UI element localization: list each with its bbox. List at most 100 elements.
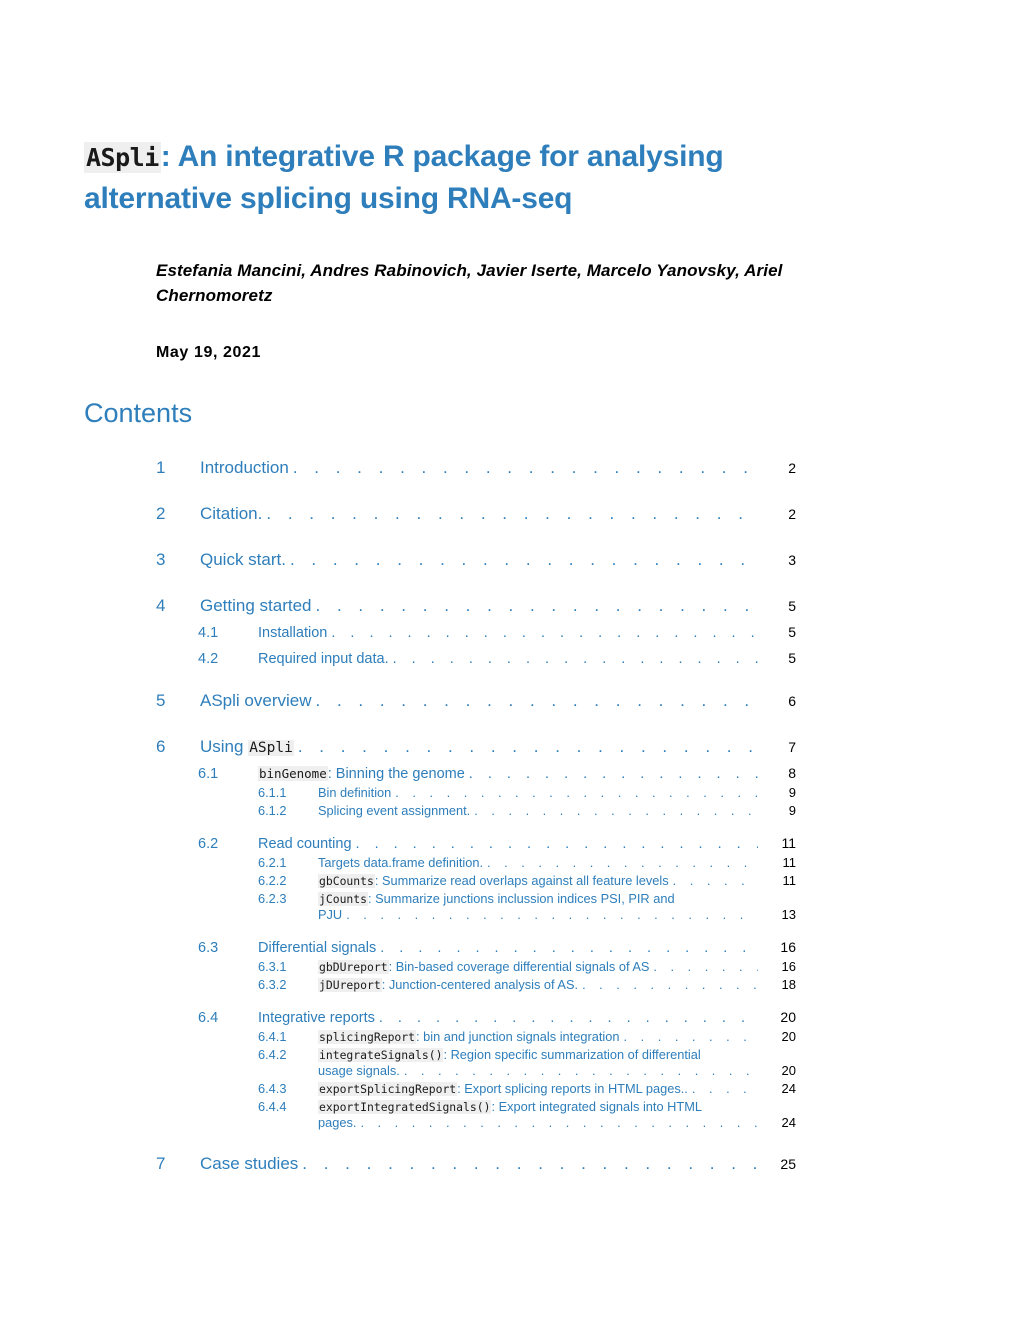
- toc-number: 1: [156, 458, 166, 477]
- toc-entry-6-4-2[interactable]: 6.4.2 integrateSignals(): Region specifi…: [156, 1047, 796, 1078]
- dot-leader: [692, 1081, 758, 1096]
- toc-entry-6-1-2[interactable]: 6.1.2 Splicing event assignment. 9: [156, 803, 796, 818]
- dot-leader: [298, 737, 758, 757]
- toc-title-suffix: : Summarize junctions inclussion indices…: [368, 891, 675, 906]
- dot-leader: [393, 651, 758, 667]
- toc-entry-6-4-4[interactable]: 6.4.4 exportIntegratedSignals(): Export …: [156, 1099, 796, 1130]
- toc-page-number: 9: [788, 785, 796, 800]
- dot-leader: [395, 785, 758, 800]
- toc-entry-6-2-1[interactable]: 6.2.1 Targets data.frame definition. 11: [156, 855, 796, 870]
- toc-entry-6[interactable]: 6 Using ASpli 7: [156, 737, 796, 757]
- toc-entry-4-2[interactable]: 4.2 Required input data. 5: [156, 650, 796, 667]
- toc-title: exportIntegratedSignals(): Export integr…: [318, 1099, 796, 1114]
- toc-page-number: 5: [788, 650, 796, 666]
- toc-number: 6.4.1: [258, 1029, 287, 1044]
- toc-page-number: 2: [788, 460, 796, 476]
- toc-title: Integrative reports: [258, 1010, 375, 1026]
- toc-entry-6-4-1[interactable]: 6.4.1 splicingReport: bin and junction s…: [156, 1029, 796, 1044]
- toc-page-number: 11: [782, 873, 797, 888]
- dot-leader: [302, 1154, 758, 1174]
- toc-title-continuation: pages.: [318, 1115, 357, 1130]
- toc-entry-4-1[interactable]: 4.1 Installation 5: [156, 624, 796, 641]
- toc-entry-5[interactable]: 5 ASpli overview 6: [156, 691, 796, 711]
- dot-leader: [474, 803, 758, 818]
- toc-title: binGenome: Binning the genome: [258, 766, 465, 782]
- publication-date: May 19, 2021: [156, 344, 262, 361]
- toc-entry-6-2-3[interactable]: 6.2.3 jCounts: Summarize junctions inclu…: [156, 891, 796, 922]
- authors-line: Estefania Mancini, Andres Rabinovich, Ja…: [156, 261, 783, 305]
- toc-number: 6.2.1: [258, 855, 287, 870]
- dot-leader: [293, 458, 758, 478]
- toc-entry-6-2[interactable]: 6.2 Read counting 11: [156, 835, 796, 852]
- dot-leader: [331, 625, 758, 641]
- toc-page-number: 3: [788, 552, 796, 568]
- toc-number: 4.2: [198, 651, 219, 667]
- toc-page-number: 5: [788, 624, 796, 640]
- toc-title-suffix: : Region specific summarization of diffe…: [443, 1047, 701, 1062]
- toc-number: 4: [156, 596, 166, 615]
- toc-title-suffix: : bin and junction signals integration: [416, 1029, 620, 1044]
- toc-entry-4[interactable]: 4 Getting started 5: [156, 596, 796, 616]
- toc-page-number: 13: [781, 907, 796, 922]
- toc-page-number: 24: [781, 1115, 796, 1130]
- toc-page-number: 8: [788, 765, 796, 781]
- toc-entry-7[interactable]: 7 Case studies 25: [156, 1154, 796, 1174]
- toc-title-suffix: : Summarize read overlaps against all fe…: [374, 873, 669, 888]
- dot-leader: [487, 855, 758, 870]
- table-of-contents: 1 Introduction 2 2 Citation. 2 3 Quick s…: [156, 458, 796, 1174]
- toc-title: Using ASpli: [200, 737, 294, 757]
- toc-entry-6-2-2[interactable]: 6.2.2 gbCounts: Summarize read overlaps …: [156, 873, 796, 888]
- toc-entry-1[interactable]: 1 Introduction 2: [156, 458, 796, 478]
- toc-title-prefix: Using: [200, 737, 249, 756]
- toc-number: 6.3.1: [258, 959, 287, 974]
- toc-code-span: jCounts: [318, 892, 369, 906]
- toc-number: 2: [156, 504, 166, 523]
- toc-entry-6-4[interactable]: 6.4 Integrative reports 20: [156, 1009, 796, 1026]
- toc-entry-6-3-1[interactable]: 6.3.1 gbDUreport: Bin-based coverage dif…: [156, 959, 796, 974]
- toc-code-span: ASpli: [248, 740, 294, 756]
- toc-code-span: integrateSignals(): [318, 1048, 444, 1062]
- toc-title: gbCounts: Summarize read overlaps agains…: [318, 873, 669, 888]
- toc-code-span: exportIntegratedSignals(): [318, 1100, 492, 1114]
- dot-leader: [316, 596, 758, 616]
- toc-entry-3[interactable]: 3 Quick start. 3: [156, 550, 796, 570]
- toc-page-number: 2: [788, 506, 796, 522]
- toc-entry-6-3[interactable]: 6.3 Differential signals 16: [156, 939, 796, 956]
- toc-title: ASpli overview: [200, 691, 312, 710]
- contents-heading: Contents: [84, 398, 193, 428]
- toc-title: jCounts: Summarize junctions inclussion …: [318, 891, 796, 906]
- toc-page-number: 24: [781, 1081, 796, 1096]
- page-title: ASpli: An integrative R package for anal…: [84, 136, 824, 219]
- dot-leader: [290, 550, 758, 570]
- toc-page-number: 9: [788, 803, 796, 818]
- toc-page-number: 16: [780, 939, 796, 955]
- toc-title: Installation: [258, 625, 328, 641]
- toc-code-span: exportSplicingReport: [318, 1082, 458, 1096]
- toc-number: 3: [156, 550, 166, 569]
- toc-code-span: splicingReport: [318, 1030, 417, 1044]
- toc-title-continuation: PJU: [318, 907, 343, 922]
- document-page: ASpli: An integrative R package for anal…: [0, 0, 1020, 1320]
- toc-title-suffix: : Binning the genome: [327, 766, 465, 782]
- dot-leader: [316, 691, 759, 711]
- toc-number: 6.1: [198, 766, 219, 782]
- toc-entry-6-1[interactable]: 6.1 binGenome: Binning the genome 8: [156, 765, 796, 782]
- toc-entry-2[interactable]: 2 Citation. 2: [156, 504, 796, 524]
- toc-title: Case studies: [200, 1154, 299, 1173]
- toc-title-suffix: : Export integrated signals into HTML: [491, 1099, 702, 1114]
- dot-leader: [469, 766, 758, 782]
- toc-number: 7: [156, 1154, 166, 1173]
- toc-title: Introduction: [200, 458, 289, 477]
- toc-page-number: 11: [781, 835, 796, 851]
- toc-entry-6-3-2[interactable]: 6.3.2 jDUreport: Junction-centered analy…: [156, 977, 796, 992]
- toc-number: 6.4.2: [258, 1047, 287, 1062]
- dot-leader: [582, 977, 758, 992]
- dot-leader: [360, 1115, 758, 1130]
- toc-title-continuation: usage signals.: [318, 1063, 400, 1078]
- toc-title: splicingReport: bin and junction signals…: [318, 1029, 619, 1044]
- toc-entry-6-4-3[interactable]: 6.4.3 exportSplicingReport: Export splic…: [156, 1081, 796, 1096]
- toc-number: 6.3.2: [258, 977, 287, 992]
- toc-number: 5: [156, 691, 166, 710]
- toc-entry-6-1-1[interactable]: 6.1.1 Bin definition 9: [156, 785, 796, 800]
- dot-leader: [673, 873, 758, 888]
